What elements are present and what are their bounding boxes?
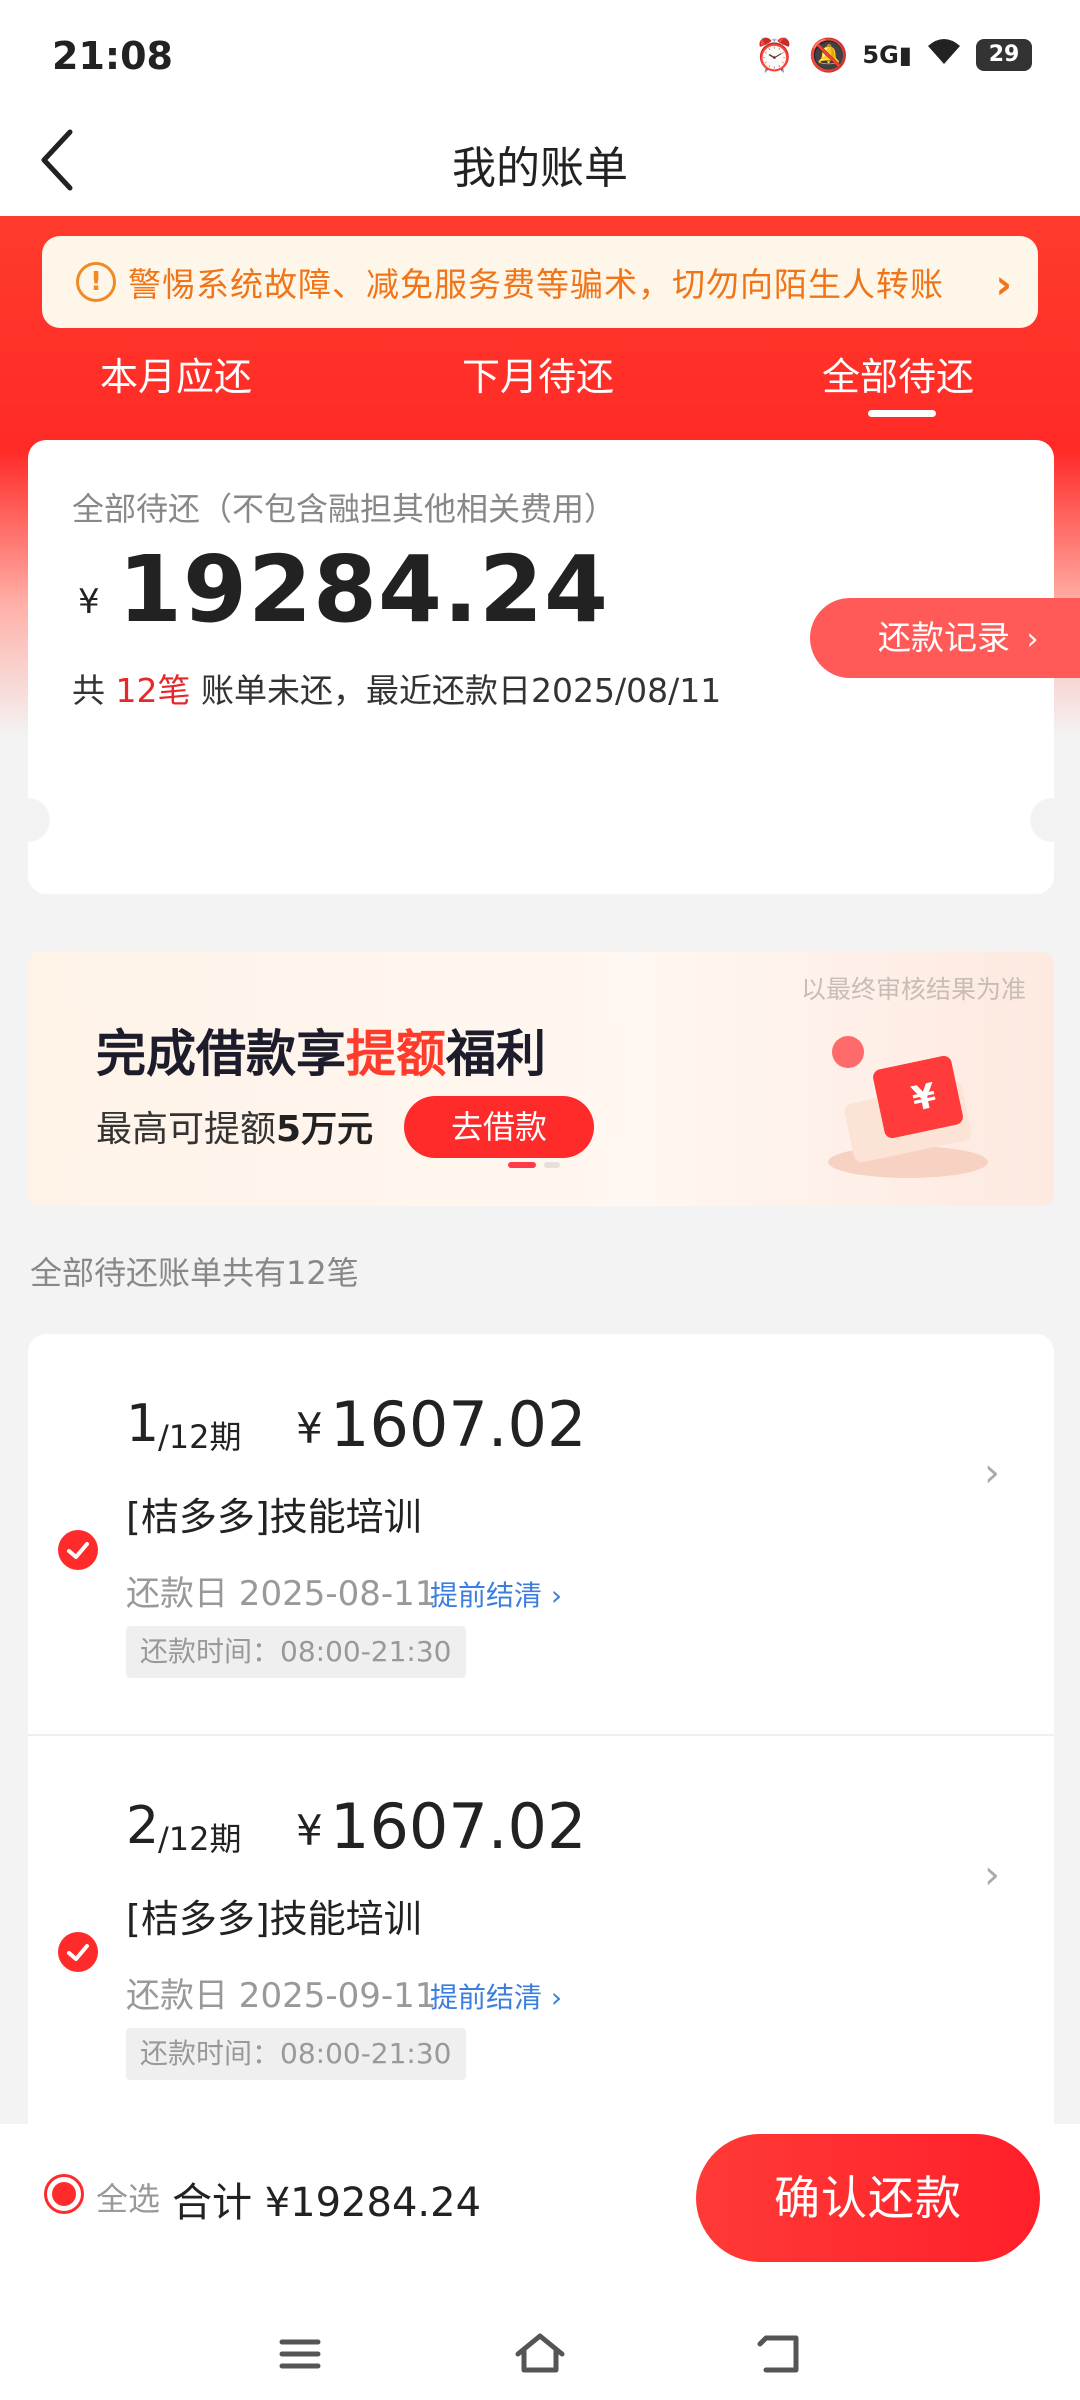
alarm-icon: ⏰: [754, 36, 795, 74]
repayment-hours: 还款时间：08:00-21:30: [126, 2028, 466, 2080]
signal-icon: 5G▮: [862, 41, 912, 69]
status-time: 21:08: [52, 34, 173, 78]
borrow-button[interactable]: 去借款: [404, 1096, 594, 1158]
card-notch-right: [1030, 798, 1074, 842]
card-notch-left: [6, 798, 50, 842]
chevron-right-icon[interactable]: ›: [984, 1450, 1000, 1496]
bill-list: 1 /12期 ¥ 1607.02 [桔多多]技能培训 还款日 2025-08-1…: [28, 1334, 1054, 2124]
summary-subtitle: 全部待还（不包含融担其他相关费用）: [72, 490, 617, 528]
tab-this-month[interactable]: 本月应还: [100, 346, 252, 401]
status-icons: ⏰ 🔕 5G▮ 29: [755, 36, 1032, 74]
period-number: 2: [126, 1796, 160, 1856]
back-nav-icon[interactable]: [750, 2324, 810, 2384]
system-nav-bar: [0, 2304, 1080, 2400]
due-date: 还款日 2025-09-11: [126, 1976, 437, 2016]
repayment-record-button[interactable]: 还款记录 ›: [810, 598, 1080, 678]
banner-title: 完成借款享提额福利: [96, 1025, 546, 1083]
wifi-icon: [926, 36, 962, 74]
bill-tabs: 本月应还 下月待还 全部待还: [0, 330, 1080, 420]
chevron-right-icon: ›: [1026, 622, 1039, 657]
status-bar: 21:08 ⏰ 🔕 5G▮ 29: [0, 0, 1080, 110]
bill-item[interactable]: 1 /12期 ¥ 1607.02 [桔多多]技能培训 还款日 2025-08-1…: [28, 1334, 1054, 1736]
period-total: /12期: [158, 1418, 242, 1456]
app-header: 我的账单: [0, 110, 1080, 216]
bottom-action-bar: 全选 合计 ¥19284.24 确认还款: [0, 2124, 1080, 2400]
bill-amount: 1607.02: [330, 1790, 587, 1863]
battery-icon: 29: [976, 39, 1032, 71]
menu-icon[interactable]: [270, 2324, 330, 2384]
bill-item[interactable]: 2 /12期 ¥ 1607.02 [桔多多]技能培训 还款日 2025-09-1…: [28, 1736, 1054, 2124]
early-settle-link[interactable]: 提前结清 ›: [430, 1976, 562, 2016]
chevron-right-icon: ›: [995, 262, 1012, 308]
currency-symbol: ¥: [296, 1806, 323, 1855]
active-tab-indicator: [868, 410, 936, 417]
check-icon[interactable]: [58, 1530, 98, 1570]
notice-text: 警惕系统故障、减免服务费等骗术，切勿向陌生人转账: [128, 265, 944, 304]
mute-icon: 🔕: [808, 36, 849, 74]
carousel-dot: [544, 1162, 560, 1168]
period-number: 1: [126, 1394, 160, 1454]
total-pending-amount: 19284.24: [118, 536, 610, 643]
bill-list-caption: 全部待还账单共有12笔: [30, 1254, 359, 1292]
promo-banner[interactable]: 以最终审核结果为准 完成借款享提额福利 最高可提额5万元 去借款 ¥: [28, 952, 1054, 1206]
carousel-dot-active: [508, 1162, 536, 1168]
bill-count: 12笔: [115, 671, 191, 710]
carousel-indicator: [508, 1162, 560, 1168]
page-title: 我的账单: [452, 143, 628, 194]
select-all-radio[interactable]: [44, 2174, 84, 2214]
repayment-hours: 还款时间：08:00-21:30: [126, 1626, 466, 1678]
early-settle-link[interactable]: 提前结清 ›: [430, 1574, 562, 1614]
select-all-label[interactable]: 全选: [96, 2174, 160, 2220]
due-date: 还款日 2025-08-11: [126, 1574, 437, 1614]
bill-merchant: [桔多多]技能培训: [126, 1495, 422, 1539]
currency-symbol: ¥: [78, 582, 100, 622]
banner-disclaimer: 以最终审核结果为准: [800, 975, 1026, 1004]
tab-all-pending[interactable]: 全部待还: [822, 346, 974, 401]
period-total: /12期: [158, 1820, 242, 1858]
bill-amount: 1607.02: [330, 1388, 587, 1461]
banner-subtitle: 最高可提额5万元: [96, 1109, 374, 1150]
confirm-repayment-button[interactable]: 确认还款: [696, 2134, 1040, 2262]
check-icon[interactable]: [58, 1932, 98, 1972]
bill-merchant: [桔多多]技能培训: [126, 1897, 422, 1941]
tab-next-month[interactable]: 下月待还: [462, 346, 614, 401]
total-amount: 合计 ¥19284.24: [172, 2180, 482, 2226]
currency-symbol: ¥: [296, 1404, 323, 1453]
summary-detail: 共 12笔 账单未还，最近还款日2025/08/11: [72, 671, 722, 710]
fraud-notice-bar[interactable]: ! 警惕系统故障、减免服务费等骗术，切勿向陌生人转账 ›: [42, 236, 1038, 328]
home-icon[interactable]: [510, 2324, 570, 2384]
gift-illustration: ¥: [808, 1022, 1008, 1182]
warning-icon: !: [76, 262, 116, 302]
chevron-right-icon[interactable]: ›: [984, 1852, 1000, 1898]
